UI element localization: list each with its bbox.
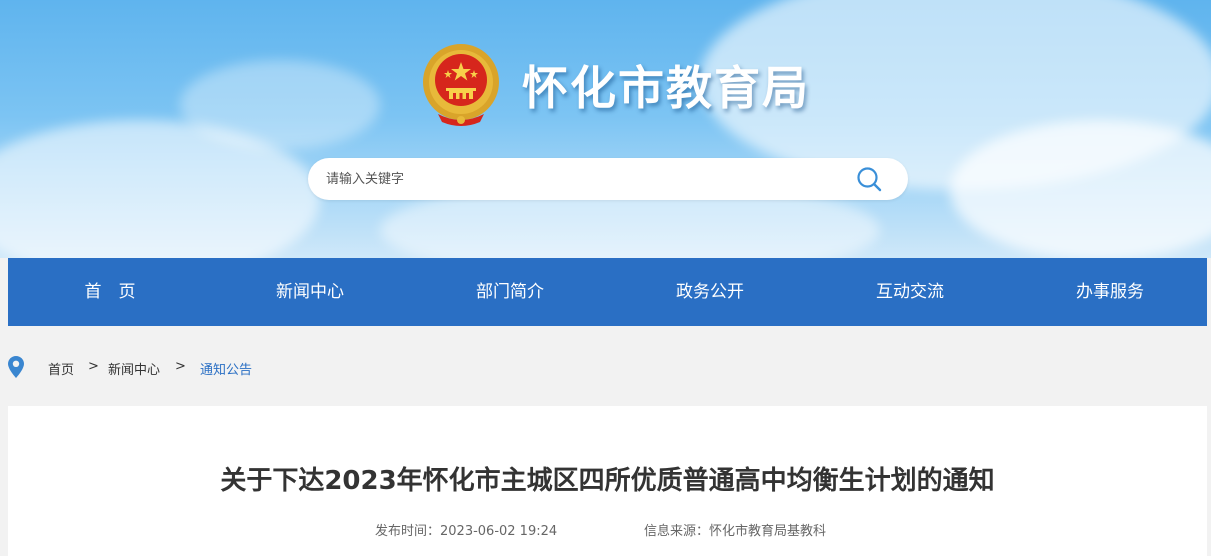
main-nav: 首 页 新闻中心 部门简介 政务公开 互动交流 办事服务	[8, 258, 1207, 326]
header-banner: 怀化市教育局	[0, 0, 1211, 258]
nav-item-services[interactable]: 办事服务	[1040, 258, 1180, 326]
nav-item-news[interactable]: 新闻中心	[240, 258, 380, 326]
site-title: 怀化市教育局	[522, 61, 810, 115]
article-panel: 关于下达2023年怀化市主城区四所优质普通高中均衡生计划的通知 发布时间：202…	[8, 406, 1207, 556]
national-emblem-icon	[423, 44, 499, 126]
info-source: 信息来源：怀化市教育局基教科	[644, 524, 827, 539]
search-button[interactable]	[852, 162, 886, 196]
breadcrumb-notices[interactable]: 通知公告	[200, 359, 252, 378]
search-icon	[857, 167, 882, 192]
nav-item-department[interactable]: 部门简介	[440, 258, 580, 326]
cloud	[180, 60, 380, 150]
nav-item-government-affairs[interactable]: 政务公开	[640, 258, 780, 326]
search-input[interactable]	[326, 158, 846, 200]
breadcrumb-home[interactable]: 首页	[48, 359, 74, 378]
breadcrumb-separator: >	[88, 359, 99, 374]
breadcrumb-separator: >	[175, 359, 186, 374]
breadcrumb-news[interactable]: 新闻中心	[108, 359, 160, 378]
publish-time: 发布时间：2023-06-02 19:24	[375, 524, 558, 539]
nav-item-interaction[interactable]: 互动交流	[840, 258, 980, 326]
search-bar	[308, 158, 908, 200]
location-pin-icon	[8, 356, 24, 378]
nav-item-home[interactable]: 首 页	[40, 258, 180, 326]
article-title: 关于下达2023年怀化市主城区四所优质普通高中均衡生计划的通知	[220, 466, 995, 496]
